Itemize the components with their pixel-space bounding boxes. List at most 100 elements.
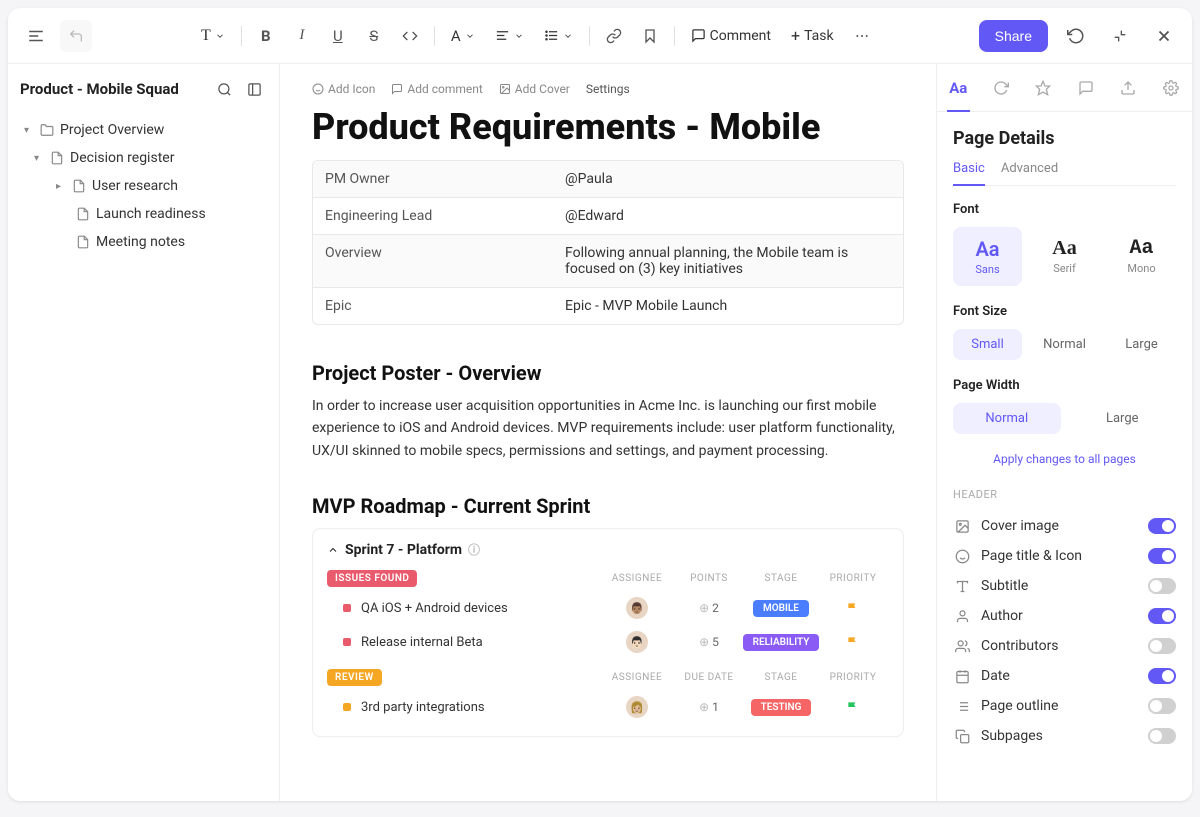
code-icon[interactable] bbox=[394, 20, 426, 52]
toggle-row: Contributors bbox=[953, 631, 1176, 661]
info-val[interactable]: @Edward bbox=[553, 198, 903, 234]
sidebar-toggle-icon[interactable] bbox=[241, 76, 267, 102]
toggle-switch[interactable] bbox=[1148, 548, 1176, 564]
sidebar-item-label: User research bbox=[92, 178, 178, 194]
toggle-row: Subpages bbox=[953, 721, 1176, 751]
right-panel: Aa Page Details Basic Advanced Font AaSa… bbox=[936, 64, 1192, 801]
status-square bbox=[343, 638, 351, 646]
col-header: POINTS bbox=[673, 573, 745, 584]
collapse-icon[interactable] bbox=[1104, 20, 1136, 52]
comment-button[interactable]: Comment bbox=[683, 24, 779, 48]
sidebar-item-meeting-notes[interactable]: Meeting notes bbox=[20, 228, 267, 256]
italic-icon[interactable]: I bbox=[286, 20, 318, 52]
left-sidebar: Product - Mobile Squad ▾Project Overview… bbox=[8, 64, 280, 801]
info-icon: ⓘ bbox=[468, 541, 480, 558]
task-row[interactable]: 3rd party integrations👩🏼⊕1TESTING bbox=[313, 690, 903, 724]
width-normal[interactable]: Normal bbox=[953, 403, 1061, 434]
tab-ai[interactable] bbox=[1022, 64, 1065, 111]
toggle-row: Cover image bbox=[953, 511, 1176, 541]
list-icon bbox=[953, 699, 971, 714]
toggle-switch[interactable] bbox=[1148, 518, 1176, 534]
tab-activity[interactable] bbox=[980, 64, 1023, 111]
toggle-label: Date bbox=[981, 668, 1138, 684]
section-heading[interactable]: Project Poster - Overview bbox=[280, 345, 936, 395]
info-key: Epic bbox=[313, 288, 553, 324]
tab-page-details[interactable]: Aa bbox=[937, 64, 980, 111]
sprint-header[interactable]: Sprint 7 - Platformⓘ bbox=[313, 541, 903, 566]
underline-icon[interactable]: U bbox=[322, 20, 354, 52]
toggle-switch[interactable] bbox=[1148, 698, 1176, 714]
col-header: DUE DATE bbox=[673, 672, 745, 683]
size-small[interactable]: Small bbox=[953, 329, 1022, 360]
bold-icon[interactable]: B bbox=[250, 20, 282, 52]
page-title[interactable]: Product Requirements - Mobile bbox=[280, 106, 936, 160]
undo-icon[interactable] bbox=[60, 20, 92, 52]
add-comment-button[interactable]: Add comment bbox=[391, 82, 482, 96]
link-icon[interactable] bbox=[598, 20, 630, 52]
avatar[interactable]: 👨🏽 bbox=[626, 597, 648, 619]
font-sans[interactable]: AaSans bbox=[953, 227, 1022, 286]
sidebar-item-project-overview[interactable]: ▾Project Overview bbox=[20, 116, 267, 144]
toggle-switch[interactable] bbox=[1148, 608, 1176, 624]
info-key: PM Owner bbox=[313, 161, 553, 197]
add-cover-button[interactable]: Add Cover bbox=[499, 82, 570, 96]
info-val[interactable]: Epic - MVP Mobile Launch bbox=[553, 288, 903, 324]
history-icon[interactable] bbox=[1060, 20, 1092, 52]
toggle-switch[interactable] bbox=[1148, 638, 1176, 654]
subtab-advanced[interactable]: Advanced bbox=[1001, 161, 1058, 185]
toggle-switch[interactable] bbox=[1148, 728, 1176, 744]
list-dropdown[interactable] bbox=[536, 24, 581, 47]
font-mono[interactable]: AaMono bbox=[1107, 227, 1176, 286]
subtab-basic[interactable]: Basic bbox=[953, 161, 985, 186]
size-normal[interactable]: Normal bbox=[1030, 329, 1099, 360]
toggle-label: Author bbox=[981, 608, 1138, 624]
tab-settings[interactable] bbox=[1150, 64, 1193, 111]
paragraph[interactable]: In order to increase user acquisition op… bbox=[280, 395, 936, 478]
avatar[interactable]: 👩🏼 bbox=[626, 696, 648, 718]
main-content: Add Icon Add comment Add Cover Settings … bbox=[280, 64, 936, 801]
task-button[interactable]: +Task bbox=[783, 22, 842, 49]
sidebar-item-user-research[interactable]: ▸User research bbox=[20, 172, 267, 200]
toggle-label: Contributors bbox=[981, 638, 1138, 654]
info-key: Engineering Lead bbox=[313, 198, 553, 234]
avatar[interactable]: 👨🏻 bbox=[626, 631, 648, 653]
menu-icon[interactable] bbox=[20, 20, 52, 52]
align-dropdown[interactable] bbox=[487, 24, 532, 47]
user-icon bbox=[953, 609, 971, 624]
col-header: STAGE bbox=[745, 573, 817, 584]
font-size-label: Font Size bbox=[953, 304, 1176, 319]
search-icon[interactable] bbox=[211, 76, 237, 102]
info-val[interactable]: Following annual planning, the Mobile te… bbox=[553, 235, 903, 287]
settings-button[interactable]: Settings bbox=[586, 82, 630, 96]
task-row[interactable]: QA iOS + Android devices👨🏽⊕2MOBILE bbox=[313, 591, 903, 625]
group-badge: ISSUES FOUND bbox=[327, 570, 417, 587]
section-heading[interactable]: MVP Roadmap - Current Sprint bbox=[280, 478, 936, 528]
toggle-label: Page outline bbox=[981, 698, 1138, 714]
strikethrough-icon[interactable]: S bbox=[358, 20, 390, 52]
more-icon[interactable] bbox=[846, 20, 878, 52]
sidebar-item-launch-readiness[interactable]: Launch readiness bbox=[20, 200, 267, 228]
sidebar-item-label: Launch readiness bbox=[96, 206, 206, 222]
task-row[interactable]: Release internal Beta👨🏻⊕5RELIABILITY bbox=[313, 625, 903, 659]
toggle-label: Subtitle bbox=[981, 578, 1138, 594]
toggle-row: Author bbox=[953, 601, 1176, 631]
close-icon[interactable] bbox=[1148, 20, 1180, 52]
width-large[interactable]: Large bbox=[1069, 403, 1177, 434]
tab-comments[interactable] bbox=[1065, 64, 1108, 111]
share-button[interactable]: Share bbox=[979, 20, 1048, 52]
top-toolbar: T B I U S A Comment +Task Share bbox=[8, 8, 1192, 64]
text-style-dropdown[interactable]: T bbox=[193, 23, 233, 49]
tab-export[interactable] bbox=[1107, 64, 1150, 111]
text-color-dropdown[interactable]: A bbox=[443, 23, 483, 49]
font-serif[interactable]: AaSerif bbox=[1030, 227, 1099, 286]
apply-all-link[interactable]: Apply changes to all pages bbox=[953, 452, 1176, 466]
task-name: Release internal Beta bbox=[361, 635, 601, 650]
toggle-label: Cover image bbox=[981, 518, 1138, 534]
info-val[interactable]: @Paula bbox=[553, 161, 903, 197]
bookmark-icon[interactable] bbox=[634, 20, 666, 52]
add-icon-button[interactable]: Add Icon bbox=[312, 82, 375, 96]
size-large[interactable]: Large bbox=[1107, 329, 1176, 360]
sidebar-item-decision-register[interactable]: ▾Decision register bbox=[20, 144, 267, 172]
toggle-switch[interactable] bbox=[1148, 668, 1176, 684]
toggle-switch[interactable] bbox=[1148, 578, 1176, 594]
